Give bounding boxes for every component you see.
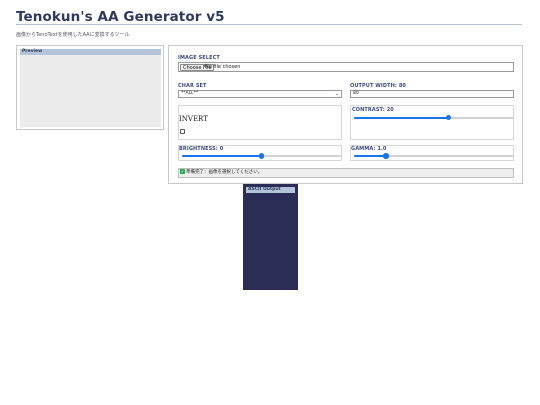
brightness-box: BRIGHTNESS: 0	[178, 145, 342, 161]
char-set-select[interactable]: **ALL** ⌄	[178, 90, 342, 98]
page-subtitle: 画像からTenoTextを使用したAAに変換するツール	[16, 32, 130, 38]
invert-checkbox[interactable]	[180, 129, 185, 134]
brightness-slider[interactable]	[182, 153, 341, 159]
status-bar: ✓ 準備完了：画像を選択してください。	[178, 168, 514, 178]
contrast-slider-thumb[interactable]	[445, 114, 452, 121]
chevron-down-icon: ⌄	[334, 91, 339, 97]
gamma-label: GAMMA: 1.0	[351, 146, 387, 152]
invert-box: INVERT	[178, 105, 342, 140]
char-set-label: CHAR SET	[178, 83, 207, 89]
controls-panel: IMAGE SELECT Choose File No file chosen …	[168, 45, 523, 184]
check-icon: ✓	[180, 169, 185, 174]
ascii-output-panel: ASCII Output	[243, 184, 298, 290]
image-select-label: IMAGE SELECT	[178, 55, 220, 61]
gamma-slider-fill	[354, 155, 386, 157]
contrast-slider[interactable]	[354, 114, 514, 121]
file-input[interactable]: Choose File No file chosen	[178, 62, 514, 72]
ascii-output-title: ASCII Output	[246, 187, 295, 193]
brightness-slider-thumb[interactable]	[258, 153, 265, 159]
contrast-label: CONTRAST: 20	[352, 107, 394, 113]
file-status-text: No file chosen	[205, 64, 241, 70]
preview-canvas	[20, 55, 161, 127]
page-title: Tenokun's AA Generator v5	[16, 9, 225, 25]
gamma-slider-thumb[interactable]	[383, 153, 389, 159]
title-divider	[16, 24, 522, 25]
preview-panel: Preview	[16, 45, 164, 130]
gamma-slider[interactable]	[354, 153, 514, 159]
brightness-slider-fill	[182, 155, 262, 157]
output-width-input[interactable]: 80	[350, 90, 514, 98]
gamma-box: GAMMA: 1.0	[350, 145, 514, 161]
brightness-label: BRIGHTNESS: 0	[179, 146, 224, 152]
output-width-label: OUTPUT WIDTH: 80	[350, 83, 407, 89]
invert-label: INVERT	[179, 115, 208, 123]
contrast-slider-fill	[354, 116, 449, 119]
char-set-value: **ALL**	[181, 91, 199, 96]
status-text: 準備完了：画像を選択してください。	[186, 170, 263, 175]
contrast-box: CONTRAST: 20	[350, 105, 514, 140]
